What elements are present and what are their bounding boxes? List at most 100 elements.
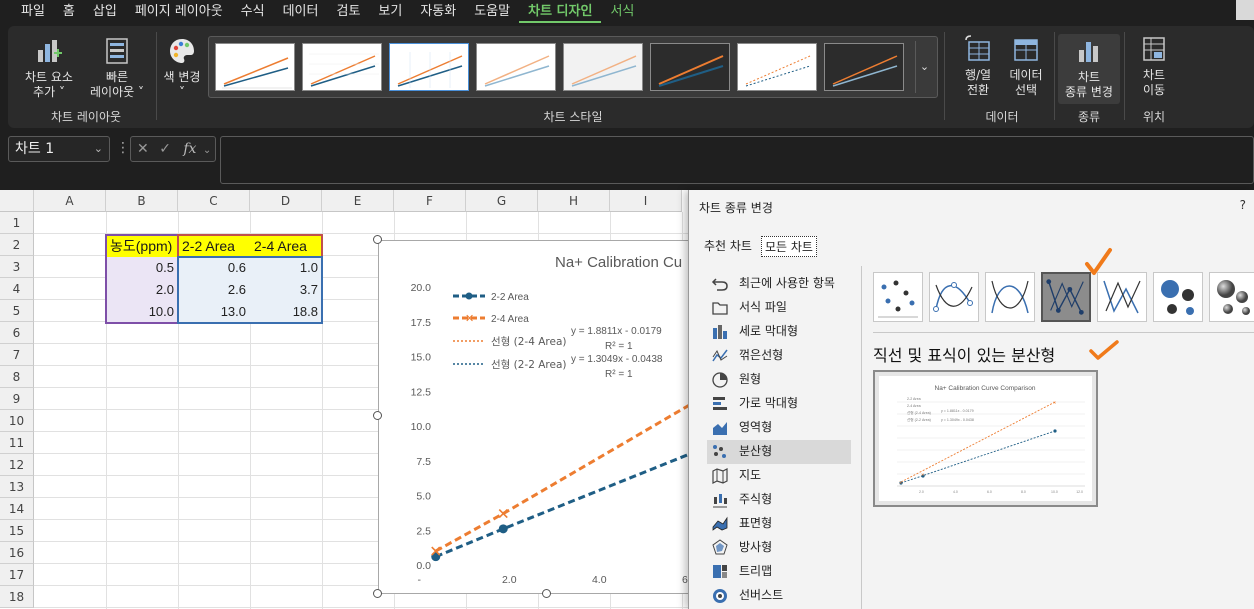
chart-type-area[interactable]: 영역형 bbox=[707, 416, 851, 440]
chart-type-recent[interactable]: 최근에 사용한 항목 bbox=[707, 272, 851, 296]
tab-page-layout[interactable]: 페이지 레이아웃 bbox=[126, 1, 232, 23]
quick-layout-button[interactable]: 빠른 레이아웃 ˅ bbox=[80, 36, 154, 100]
row-header-16[interactable]: 16 bbox=[0, 542, 34, 564]
subtype-3d-bubble[interactable] bbox=[1209, 272, 1254, 322]
chart-type-treemap[interactable]: 트리맵 bbox=[707, 560, 851, 584]
chart-type-radar[interactable]: 방사형 bbox=[707, 536, 851, 560]
chart-style-6[interactable] bbox=[650, 43, 730, 91]
row-header-3[interactable]: 3 bbox=[0, 256, 34, 278]
series-line-2-2-Area[interactable] bbox=[435, 382, 864, 559]
chart-type-stock[interactable]: 주식형 bbox=[707, 488, 851, 512]
tab-formulas[interactable]: 수식 bbox=[232, 1, 274, 23]
tab-automate[interactable]: 자동화 bbox=[411, 1, 465, 23]
tab-review[interactable]: 검토 bbox=[327, 1, 369, 23]
tab-all-charts[interactable]: 모든 차트 bbox=[761, 236, 817, 257]
row-header-12[interactable]: 12 bbox=[0, 454, 34, 476]
switch-row-column-button[interactable]: 행/열 전환 bbox=[952, 34, 1004, 98]
enter-icon[interactable]: ✓ bbox=[159, 141, 171, 157]
tab-view[interactable]: 보기 bbox=[369, 1, 411, 23]
row-header-8[interactable]: 8 bbox=[0, 366, 34, 388]
chart-type-sunburst[interactable]: 선버스트 bbox=[707, 584, 851, 608]
row-header-1[interactable]: 1 bbox=[0, 212, 34, 234]
row-header-15[interactable]: 15 bbox=[0, 520, 34, 542]
data-point[interactable] bbox=[498, 524, 508, 534]
row-header-10[interactable]: 10 bbox=[0, 410, 34, 432]
chart-legend[interactable]: 2-2 Area ✕ 2-4 Area 선형 (2-4 Area) 선형 (2-… bbox=[453, 292, 567, 371]
chart-style-1[interactable] bbox=[215, 43, 295, 91]
chevron-down-icon[interactable]: ⌄ bbox=[94, 137, 103, 161]
row-header-13[interactable]: 13 bbox=[0, 476, 34, 498]
row-header-6[interactable]: 6 bbox=[0, 322, 34, 344]
chart-preview[interactable]: Na+ Calibration Curve Comparison ✕ ✕ ✕ 2-2… bbox=[873, 370, 1098, 507]
resize-handle-l[interactable] bbox=[373, 411, 382, 420]
row-header-9[interactable]: 9 bbox=[0, 388, 34, 410]
subtype-smooth-lines-markers[interactable] bbox=[929, 272, 979, 322]
chart-type-line[interactable]: 꺾은선형 bbox=[707, 344, 851, 368]
row-header-7[interactable]: 7 bbox=[0, 344, 34, 366]
row-header-11[interactable]: 11 bbox=[0, 432, 34, 454]
name-box[interactable]: 차트 1 ⌄ bbox=[8, 136, 110, 162]
chart-type-bar[interactable]: 가로 막대형 bbox=[707, 392, 851, 416]
column-header-a[interactable]: A bbox=[34, 190, 106, 212]
chart-type-scatter[interactable]: 분산형 bbox=[707, 440, 851, 464]
row-header-18[interactable]: 18 bbox=[0, 586, 34, 608]
column-header-h[interactable]: H bbox=[538, 190, 610, 212]
tab-chart-design[interactable]: 차트 디자인 bbox=[519, 1, 602, 23]
chart-type-templates[interactable]: 서식 파일 bbox=[707, 296, 851, 320]
chart-style-5[interactable] bbox=[563, 43, 643, 91]
chart-style-2[interactable] bbox=[302, 43, 382, 91]
subtype-scatter-markers[interactable] bbox=[873, 272, 923, 322]
gallery-more-button[interactable]: ⌄ bbox=[915, 41, 933, 93]
row-header-5[interactable]: 5 bbox=[0, 300, 34, 322]
change-colors-button[interactable]: 색 변경 ˅ bbox=[158, 36, 206, 100]
column-header-f[interactable]: F bbox=[394, 190, 466, 212]
tab-home[interactable]: 홈 bbox=[54, 1, 84, 23]
chart-type-pie[interactable]: 원형 bbox=[707, 368, 851, 392]
tab-recommended-charts[interactable]: 추천 차트 bbox=[701, 236, 755, 255]
tab-data[interactable]: 데이터 bbox=[274, 1, 328, 23]
insert-function-button[interactable]: fx bbox=[183, 141, 196, 157]
tab-help[interactable]: 도움말 bbox=[465, 1, 519, 23]
tab-format[interactable]: 서식 bbox=[601, 1, 643, 23]
chart-type-surface[interactable]: 표면형 bbox=[707, 512, 851, 536]
chart-style-8[interactable] bbox=[824, 43, 904, 91]
more-icon[interactable]: ⋮ bbox=[116, 140, 130, 156]
ribbon-collapse-button[interactable] bbox=[1236, 0, 1254, 20]
tab-file[interactable]: 파일 bbox=[12, 1, 54, 23]
trendline-equation-2-4[interactable]: y = 1.8811x - 0.0179 bbox=[571, 326, 662, 337]
column-header-b[interactable]: B bbox=[106, 190, 178, 212]
move-chart-button[interactable]: 차트 이동 bbox=[1128, 34, 1180, 98]
embedded-chart[interactable]: Na+ Calibration Cu 20.0 17.5 15.0 12.5 10.0 7… bbox=[378, 240, 865, 594]
resize-handle-b[interactable] bbox=[542, 589, 551, 598]
column-header-d[interactable]: D bbox=[250, 190, 322, 212]
trendline-equation-2-2[interactable]: y = 1.3049x - 0.0438 bbox=[571, 354, 663, 365]
column-header-i[interactable]: I bbox=[610, 190, 682, 212]
chart-style-3[interactable] bbox=[389, 43, 469, 91]
cancel-icon[interactable]: ✕ bbox=[137, 141, 149, 157]
chart-style-7[interactable] bbox=[737, 43, 817, 91]
tab-insert[interactable]: 삽입 bbox=[84, 1, 126, 23]
chart-title[interactable]: Na+ Calibration Cu bbox=[555, 254, 682, 271]
row-header-2[interactable]: 2 bbox=[0, 234, 34, 256]
row-header-4[interactable]: 4 bbox=[0, 278, 34, 300]
subtype-bubble[interactable] bbox=[1153, 272, 1203, 322]
trendline-r2-2-4[interactable]: R² = 1 bbox=[605, 341, 633, 352]
change-chart-type-button[interactable]: 차트 종류 변경 bbox=[1058, 34, 1120, 104]
subtype-smooth-lines[interactable] bbox=[985, 272, 1035, 322]
formula-input[interactable] bbox=[220, 136, 1254, 184]
resize-handle-bl[interactable] bbox=[373, 589, 382, 598]
column-header-g[interactable]: G bbox=[466, 190, 538, 212]
row-header-14[interactable]: 14 bbox=[0, 498, 34, 520]
chart-type-column[interactable]: 세로 막대형 bbox=[707, 320, 851, 344]
chevron-down-icon[interactable]: ⌄ bbox=[203, 145, 211, 156]
resize-handle-tl[interactable] bbox=[373, 235, 382, 244]
help-button[interactable]: ? bbox=[1240, 198, 1246, 212]
select-all-corner[interactable] bbox=[0, 190, 34, 212]
column-header-e[interactable]: E bbox=[322, 190, 394, 212]
select-data-button[interactable]: 데이터 선택 bbox=[1000, 34, 1052, 98]
chart-style-4[interactable] bbox=[476, 43, 556, 91]
column-header-c[interactable]: C bbox=[178, 190, 250, 212]
add-chart-element-button[interactable]: 차트 요소 추가 ˅ bbox=[16, 36, 82, 100]
row-header-17[interactable]: 17 bbox=[0, 564, 34, 586]
chart-type-map[interactable]: 지도 bbox=[707, 464, 851, 488]
